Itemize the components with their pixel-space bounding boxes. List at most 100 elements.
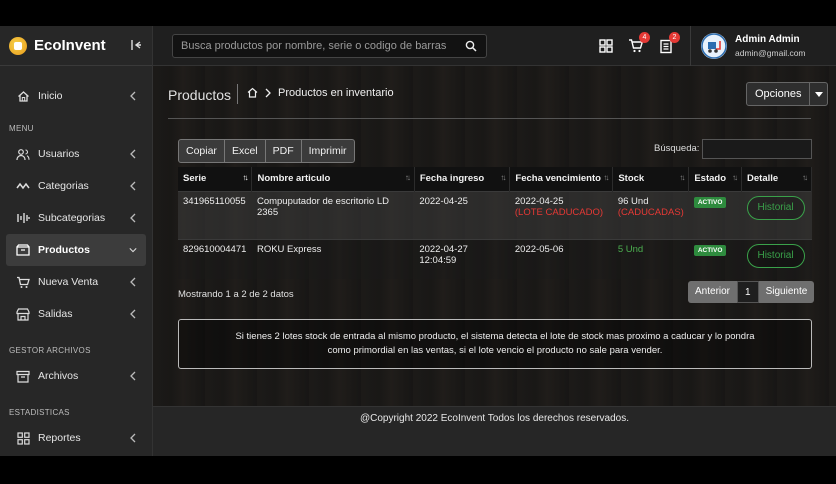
cell-detalle: Historial [741, 190, 812, 239]
archive-icon [16, 369, 30, 383]
inventory-table: Serie ↑↓ Nombre articulo ↑↓ Fecha ingreso ↑… [178, 167, 812, 279]
table-row: 829610004471 ROKU Express 2022-04-27 12:… [178, 238, 812, 279]
sidebar-item-usuarios[interactable]: Usuarios [0, 138, 152, 170]
chevron-left-icon [130, 181, 136, 191]
top-header: 4 2 Admin Admin admin@gmail.com [153, 26, 836, 66]
sidebar-item-label: Reportes [38, 432, 81, 444]
collapse-sidebar-icon[interactable] [130, 39, 142, 51]
logo-icon [9, 36, 27, 55]
sidebar-item-productos[interactable]: Productos [6, 234, 146, 266]
column-header-ingreso[interactable]: Fecha ingreso ↑↓ [414, 167, 511, 191]
sidebar-item-reportes[interactable]: Reportes [0, 422, 152, 454]
divider [168, 118, 811, 119]
history-button[interactable]: Historial [746, 243, 805, 268]
cell-nombre: Compuputador de escritorio LD 2365 [251, 190, 415, 239]
sidebar-item-label: Salidas [38, 308, 73, 320]
expired-lot-note: (LOTE CADUCADO) [514, 206, 604, 218]
sidebar-item-label: Nueva Venta [38, 276, 99, 288]
users-icon [16, 147, 30, 161]
title-divider [237, 84, 238, 104]
section-menu: MENU [9, 124, 34, 133]
orders-button[interactable]: 2 [658, 32, 680, 54]
cell-estado: ACTIVO [688, 238, 742, 279]
status-badge: ACTIVO [693, 244, 727, 256]
footer: @Copyright 2022 EcoInvent Todos los dere… [153, 406, 836, 456]
export-buttons: Copiar Excel PDF Imprimir [178, 139, 355, 163]
user-email: admin@gmail.com [735, 48, 806, 58]
cell-nombre: ROKU Express [251, 238, 415, 279]
cell-serie: 341965110055 [178, 190, 252, 239]
cell-ingreso: 2022-04-27 12:04:59 [414, 238, 510, 279]
search-icon[interactable] [465, 40, 477, 52]
sidebar-item-categorias[interactable]: Categorias [0, 170, 152, 202]
cart-button[interactable]: 4 [628, 32, 650, 54]
cell-stock: 96 Und (CADUCADAS) [612, 190, 689, 239]
grid-icon [16, 431, 30, 445]
sidebar-item-subcategorias[interactable]: Subcategorias [0, 202, 152, 234]
page-title: Productos [168, 87, 232, 103]
sidebar-item-label: Subcategorias [38, 212, 106, 224]
table-info: Mostrando 1 a 2 de 2 datos [178, 289, 294, 300]
table-header-row: Serie ↑↓ Nombre articulo ↑↓ Fecha ingreso ↑… [178, 167, 812, 191]
sidebar-item-label: Productos [38, 244, 90, 256]
info-note-line: como primordial en las ventas, si el lot… [327, 345, 663, 356]
sidebar-item-salidas[interactable]: Salidas [0, 298, 152, 330]
options-caret[interactable] [809, 83, 827, 105]
cell-serie: 829610004471 [178, 238, 252, 279]
forklift-avatar-icon [701, 33, 727, 59]
info-note: Si tienes 2 lotes stock de entrada al mi… [178, 319, 812, 369]
table-search-input[interactable] [702, 139, 812, 159]
next-page-button[interactable]: Siguiente [758, 281, 815, 303]
cell-vencimiento: 2022-05-06 [509, 238, 613, 279]
options-dropdown[interactable]: Opciones [746, 82, 829, 106]
column-header-estado[interactable]: Estado ↑↓ [688, 167, 743, 191]
pdf-button[interactable]: PDF [264, 139, 302, 163]
main-content: Productos Productos en inventario Opcion… [153, 66, 836, 406]
column-header-stock[interactable]: Stock ↑↓ [612, 167, 690, 191]
column-header-detalle[interactable]: Detalle ↑↓ [741, 167, 812, 191]
home-icon [16, 89, 30, 103]
copyright-text: @Copyright 2022 EcoInvent Todos los dere… [359, 413, 629, 424]
cart-badge: 4 [639, 32, 650, 43]
copy-button[interactable]: Copiar [178, 139, 225, 163]
section-gestor-archivos: GESTOR ARCHIVOS [9, 346, 91, 355]
apps-grid-icon[interactable] [598, 38, 614, 54]
cell-ingreso: 2022-04-25 [414, 190, 510, 239]
expired-stock-note: (CADUCADAS) [617, 206, 684, 218]
sidebar-item-nueva-venta[interactable]: Nueva Venta [0, 266, 152, 298]
prev-page-button[interactable]: Anterior [688, 281, 738, 303]
chevron-left-icon [130, 149, 136, 159]
page-number-button[interactable]: 1 [737, 281, 759, 303]
sidebar-item-label: Inicio [38, 90, 63, 102]
column-header-nombre[interactable]: Nombre articulo ↑↓ [251, 167, 415, 191]
chevron-left-icon [130, 213, 136, 223]
breadcrumb-home-icon[interactable] [247, 87, 258, 98]
sidebar-item-archivos[interactable]: Archivos [0, 360, 152, 392]
options-button[interactable]: Opciones [747, 83, 809, 105]
sidebar-item-inicio[interactable]: Inicio [0, 80, 152, 112]
cell-detalle: Historial [741, 238, 812, 279]
excel-button[interactable]: Excel [223, 139, 266, 163]
info-note-line: Si tienes 2 lotes stock de entrada al mi… [235, 331, 755, 342]
sidebar: EcoInvent Inicio MENU Usuarios Categoria… [0, 26, 153, 456]
column-header-vencimiento[interactable]: Fecha vencimiento ↑↓ [509, 167, 614, 191]
column-header-serie[interactable]: Serie ↑↓ [178, 167, 253, 191]
print-button[interactable]: Imprimir [300, 139, 355, 163]
pagination: Anterior 1 Siguiente [688, 281, 815, 303]
chevron-left-icon [130, 91, 136, 101]
breadcrumb-chevron-icon [265, 88, 271, 98]
brand-name: EcoInvent [34, 37, 106, 54]
history-button[interactable]: Historial [746, 195, 805, 220]
cell-estado: ACTIVO [688, 190, 742, 239]
brand[interactable]: EcoInvent [0, 26, 152, 66]
table-search-label: Búsqueda: [654, 143, 700, 154]
cell-vencimiento: 2022-04-25 (LOTE CADUCADO) [509, 190, 613, 239]
user-name[interactable]: Admin Admin [735, 34, 800, 45]
avatar[interactable] [701, 33, 727, 59]
table-row: 341965110055 Compuputador de escritorio … [178, 190, 812, 239]
chevron-left-icon [130, 371, 136, 381]
orders-badge: 2 [669, 32, 680, 43]
chevron-left-icon [130, 433, 136, 443]
search-input[interactable] [173, 35, 458, 57]
sidebar-item-label: Categorias [38, 180, 89, 192]
